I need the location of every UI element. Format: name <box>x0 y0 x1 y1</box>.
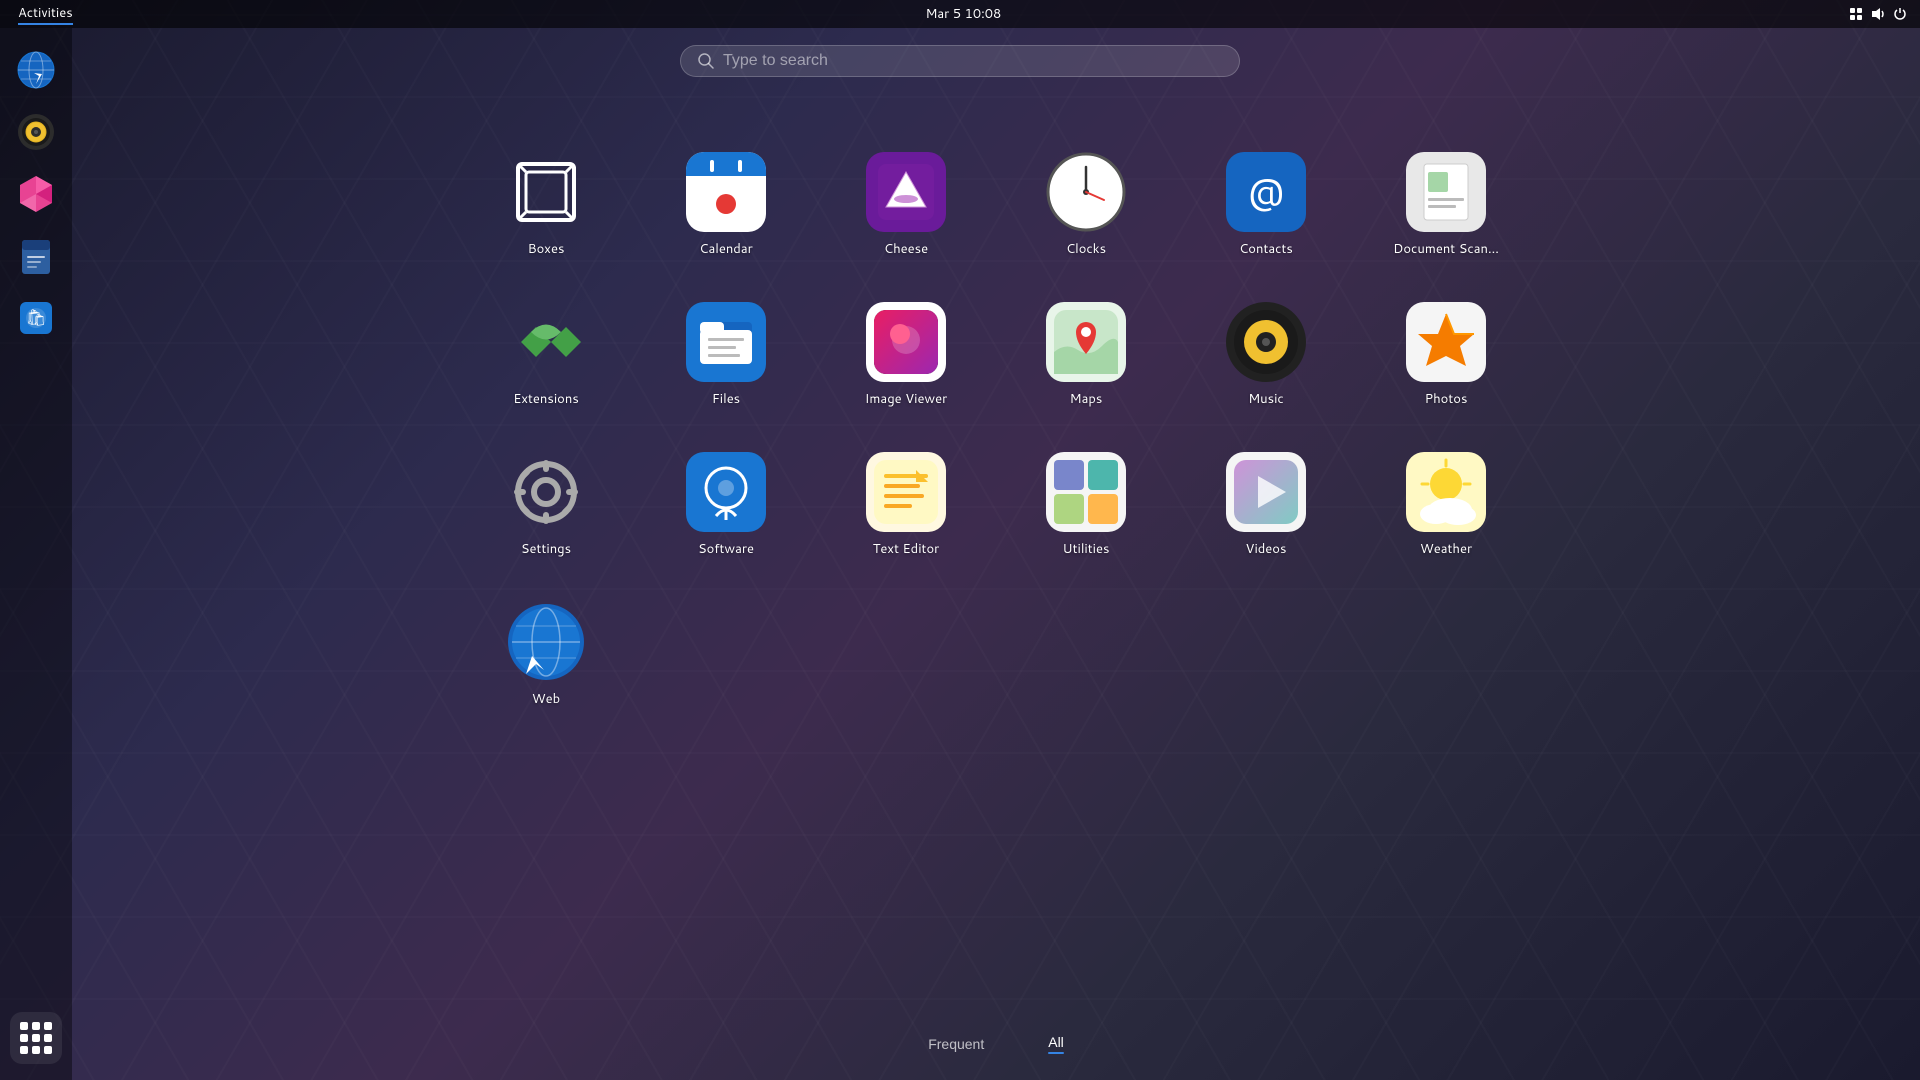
app-icon-software <box>686 452 766 532</box>
svg-text:🛍: 🛍 <box>26 306 46 329</box>
app-label-files: Files <box>712 390 740 408</box>
datetime-label: Mar 5 10:08 <box>925 5 1001 23</box>
app-item-weather[interactable]: Weather <box>1366 440 1526 570</box>
app-label-contacts: Contacts <box>1239 240 1293 258</box>
app-icon-photos <box>1406 302 1486 382</box>
app-label-photos: Photos <box>1425 390 1468 408</box>
topbar-right <box>1848 6 1908 22</box>
app-label-web: Web <box>532 690 560 708</box>
app-item-boxes[interactable]: Boxes <box>466 140 626 270</box>
topbar-icons <box>1848 6 1908 22</box>
power-icon[interactable] <box>1892 6 1908 22</box>
app-icon-calendar <box>686 152 766 232</box>
app-grid-container: Boxes Calendar Cheese Clocks @ Contacts <box>72 120 1920 1020</box>
app-grid: Boxes Calendar Cheese Clocks @ Contacts <box>466 140 1526 720</box>
app-label-weather: Weather <box>1420 540 1472 558</box>
app-item-clocks[interactable]: Clocks <box>1006 140 1166 270</box>
app-label-texteditor: Text Editor <box>873 540 940 558</box>
volume-icon <box>1870 6 1886 22</box>
app-label-maps: Maps <box>1070 390 1103 408</box>
search-bar <box>680 45 1240 77</box>
app-item-contacts[interactable]: @ Contacts <box>1186 140 1346 270</box>
app-label-videos: Videos <box>1246 540 1287 558</box>
app-label-boxes: Boxes <box>528 240 565 258</box>
app-item-texteditor[interactable]: Text Editor <box>826 440 986 570</box>
app-icon-maps <box>1046 302 1126 382</box>
app-label-imageviewer: Image Viewer <box>865 390 947 408</box>
app-item-extensions[interactable]: Extensions <box>466 290 626 420</box>
topbar: Activities Mar 5 10:08 <box>0 0 1920 28</box>
app-icon-web <box>506 602 586 682</box>
app-icon-cheese <box>866 152 946 232</box>
tab-frequent[interactable]: Frequent <box>916 1028 996 1060</box>
app-item-maps[interactable]: Maps <box>1006 290 1166 420</box>
app-label-calendar: Calendar <box>699 240 752 258</box>
app-item-files[interactable]: Files <box>646 290 806 420</box>
app-item-settings[interactable]: Settings <box>466 440 626 570</box>
sidebar-item-prism[interactable] <box>10 168 62 220</box>
app-icon-files <box>686 302 766 382</box>
app-item-imageviewer[interactable]: Image Viewer <box>826 290 986 420</box>
app-item-videos[interactable]: Videos <box>1186 440 1346 570</box>
sidebar-item-appgrid[interactable] <box>10 1012 62 1064</box>
app-icon-extensions <box>506 302 586 382</box>
app-icon-boxes <box>506 152 586 232</box>
tab-all[interactable]: All <box>1036 1028 1076 1060</box>
network-icon <box>1848 6 1864 22</box>
app-item-photos[interactable]: Photos <box>1366 290 1526 420</box>
app-icon-clocks <box>1046 152 1126 232</box>
app-icon-imageviewer <box>866 302 946 382</box>
app-label-clocks: Clocks <box>1066 240 1106 258</box>
search-input-wrap <box>680 45 1240 77</box>
bottom-tabs: Frequent All <box>72 1028 1920 1060</box>
svg-text:@: @ <box>1248 165 1285 216</box>
app-label-cheese: Cheese <box>884 240 928 258</box>
search-icon <box>697 52 715 70</box>
app-icon-docscan <box>1406 152 1486 232</box>
sidebar-item-web[interactable] <box>10 44 62 96</box>
sidebar-item-store[interactable]: 🛍 <box>10 292 62 344</box>
app-label-docscan: Document Scan... <box>1393 240 1499 258</box>
app-icon-music <box>1226 302 1306 382</box>
app-item-utilities[interactable]: Utilities <box>1006 440 1166 570</box>
app-item-music[interactable]: Music <box>1186 290 1346 420</box>
app-icon-weather <box>1406 452 1486 532</box>
app-icon-contacts: @ <box>1226 152 1306 232</box>
activities-button[interactable]: Activities <box>12 2 79 27</box>
app-icon-settings <box>506 452 586 532</box>
app-item-cheese[interactable]: Cheese <box>826 140 986 270</box>
app-item-docscan[interactable]: Document Scan... <box>1366 140 1526 270</box>
app-item-software[interactable]: Software <box>646 440 806 570</box>
app-item-calendar[interactable]: Calendar <box>646 140 806 270</box>
app-label-music: Music <box>1248 390 1284 408</box>
app-label-software: Software <box>698 540 754 558</box>
search-input[interactable] <box>723 52 1223 70</box>
app-label-extensions: Extensions <box>513 390 579 408</box>
app-icon-videos <box>1226 452 1306 532</box>
app-label-settings: Settings <box>521 540 571 558</box>
sidebar-item-notes[interactable] <box>10 230 62 282</box>
sidebar-item-speaker[interactable] <box>10 106 62 158</box>
app-item-web[interactable]: Web <box>466 590 626 720</box>
app-label-utilities: Utilities <box>1063 540 1110 558</box>
sidebar: 🛍 <box>0 28 72 1080</box>
app-icon-texteditor <box>866 452 946 532</box>
grid-dots-icon <box>20 1022 52 1054</box>
app-icon-utilities <box>1046 452 1126 532</box>
